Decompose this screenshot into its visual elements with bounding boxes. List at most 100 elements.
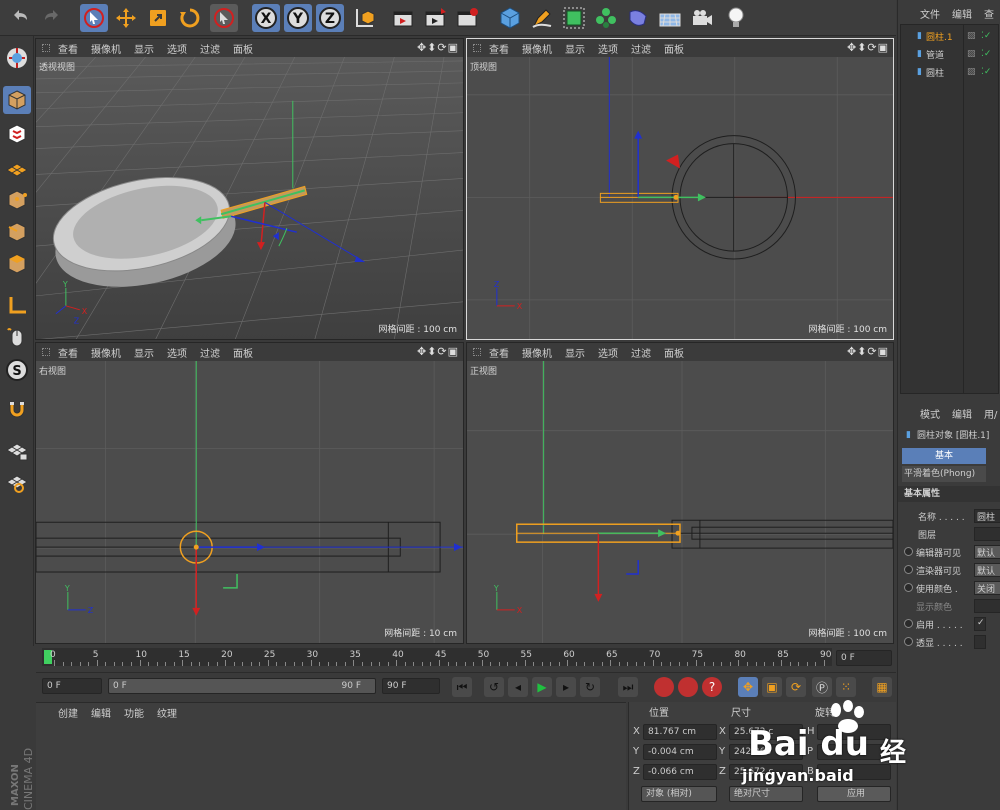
menu-view[interactable]: 查 — [984, 6, 994, 21]
menu-mode[interactable]: 模式 — [920, 406, 940, 421]
viewport-nav-icons[interactable]: ✥⬍⟳▣ — [417, 41, 459, 54]
axis-mode-icon[interactable] — [3, 292, 31, 320]
menu-options[interactable]: 选项 — [167, 41, 187, 56]
attribute-value[interactable]: 圆柱 — [974, 509, 1000, 523]
right-viewport[interactable]: 查看 摄像机 显示 选项 过滤 面板 ✥⬍⟳▣ Y Z 右视图 网格间距: 1… — [35, 342, 464, 644]
cube-icon[interactable] — [496, 4, 524, 32]
animate-radio[interactable] — [904, 547, 913, 556]
y-axis-icon[interactable]: Y — [284, 4, 312, 32]
menu-view[interactable]: 查看 — [58, 41, 78, 56]
menu-edit[interactable]: 编辑 — [91, 705, 111, 720]
texture-mode-icon[interactable] — [3, 120, 31, 148]
select-icon[interactable] — [210, 4, 238, 32]
perspective-viewport[interactable]: 查看 摄像机 显示 选项 过滤 面板 ✥⬍⟳▣ Y X Z 透视视图 网格间距 … — [35, 38, 464, 340]
menu-options[interactable]: 选项 — [167, 345, 187, 360]
undo-icon[interactable] — [6, 4, 34, 32]
tweak-mode-icon[interactable] — [3, 324, 31, 352]
autokey-icon[interactable] — [678, 677, 698, 697]
menu-panel[interactable]: 面板 — [664, 345, 684, 360]
menu-filter[interactable]: 过滤 — [631, 345, 651, 360]
animate-radio[interactable] — [904, 637, 913, 646]
x-axis-icon[interactable]: X — [252, 4, 280, 32]
menu-panel[interactable]: 面板 — [233, 41, 253, 56]
visibility-check-icon[interactable]: ⁚✓ — [981, 31, 991, 41]
menu-panel[interactable]: 面板 — [233, 345, 253, 360]
key-rotation-icon[interactable]: ⟳ — [786, 677, 806, 697]
subdivision-icon[interactable] — [560, 4, 588, 32]
object-item[interactable]: ▮ 圆柱 ▨ ⁚✓ — [903, 63, 1000, 81]
menu-edit[interactable]: 编辑 — [952, 6, 972, 21]
menu-camera[interactable]: 摄像机 — [522, 345, 552, 360]
planar-workplane-icon[interactable] — [3, 468, 31, 496]
menu-display[interactable]: 显示 — [134, 41, 154, 56]
animate-radio[interactable] — [904, 583, 913, 592]
viewport-nav-icons[interactable]: ✥⬍⟳▣ — [417, 345, 459, 358]
lock-workplane-icon[interactable] — [3, 436, 31, 464]
snap-icon[interactable]: S — [3, 356, 31, 384]
key-pla-icon[interactable]: ⁙ — [836, 677, 856, 697]
menu-texture[interactable]: 纹理 — [157, 705, 177, 720]
menu-display[interactable]: 显示 — [565, 345, 585, 360]
edges-mode-icon[interactable] — [3, 218, 31, 246]
polygons-mode-icon[interactable] — [3, 250, 31, 278]
object-item[interactable]: ▮ 管道 ▨ ⁚✓ — [903, 45, 1000, 63]
layer-icon[interactable]: ▨ — [967, 31, 976, 41]
magnet-icon[interactable] — [3, 396, 31, 424]
menu-display[interactable]: 显示 — [134, 345, 154, 360]
perspective-canvas[interactable]: Y X Z — [36, 57, 463, 340]
workplane-icon[interactable] — [3, 154, 31, 182]
layer-icon[interactable]: ▨ — [967, 67, 976, 77]
prev-key-icon[interactable]: ↺ — [484, 677, 504, 697]
menu-function[interactable]: 功能 — [124, 705, 144, 720]
menu-options[interactable]: 选项 — [598, 41, 618, 56]
top-canvas[interactable]: Z X — [467, 57, 893, 340]
timeline-window-icon[interactable]: ▦ — [872, 677, 892, 697]
pos-z-field[interactable]: -0.066 cm — [643, 764, 717, 780]
key-parameter-icon[interactable]: Ⓟ — [812, 677, 832, 697]
next-frame-icon[interactable]: ▸ — [556, 677, 576, 697]
timeline[interactable]: 0 5 10 15 20 25 30 35 40 45 50 55 60 65 70 75 80 85 90 0 F — [36, 646, 896, 670]
play-icon[interactable]: ▶ — [532, 677, 552, 697]
visibility-check-icon[interactable]: ⁚✓ — [981, 49, 991, 59]
light-icon[interactable] — [722, 4, 750, 32]
timeline-ruler[interactable]: 0 5 10 15 20 25 30 35 40 45 50 55 60 65 70 75 80 85 90 — [42, 648, 832, 666]
menu-view[interactable]: 查看 — [58, 345, 78, 360]
start-frame-field[interactable]: 0 F — [42, 678, 102, 694]
render-settings-icon[interactable] — [454, 4, 482, 32]
menu-options[interactable]: 选项 — [598, 345, 618, 360]
attribute-value[interactable]: ✓ — [974, 617, 986, 631]
object-item[interactable]: ▮ 圆柱.1 ▨ ⁚✓ — [903, 27, 1000, 45]
menu-filter[interactable]: 过滤 — [631, 41, 651, 56]
viewport-nav-icons[interactable]: ✥⬍⟳▣ — [847, 345, 889, 358]
menu-panel[interactable]: 面板 — [664, 41, 684, 56]
render-view-icon[interactable] — [390, 4, 418, 32]
preview-range-slider[interactable]: 0 F 90 F — [108, 678, 376, 694]
pos-x-field[interactable]: 81.767 cm — [643, 724, 717, 740]
key-scale-icon[interactable]: ▣ — [762, 677, 782, 697]
size-mode-dropdown[interactable]: 绝对尺寸 — [729, 786, 803, 802]
live-select-icon[interactable] — [80, 4, 108, 32]
front-canvas[interactable]: Y X — [467, 361, 893, 644]
coord-mode-dropdown[interactable]: 对象 (相对) — [641, 786, 717, 802]
menu-view[interactable]: 查看 — [489, 345, 509, 360]
keyframe-selection-icon[interactable]: ? — [702, 677, 722, 697]
tab-phong[interactable]: 平滑着色(Phong) — [902, 466, 986, 482]
goto-start-icon[interactable]: ⏮ — [452, 677, 472, 697]
menu-view[interactable]: 查看 — [489, 41, 509, 56]
menu-user[interactable]: 用/ — [984, 406, 997, 421]
coordinate-system-icon[interactable] — [350, 4, 378, 32]
attribute-value[interactable]: 默认 — [974, 563, 1000, 577]
attribute-value[interactable]: 默认 — [974, 545, 1000, 559]
menu-filter[interactable]: 过滤 — [200, 345, 220, 360]
attribute-value[interactable]: 关闭 — [974, 581, 1000, 595]
menu-camera[interactable]: 摄像机 — [91, 41, 121, 56]
menu-edit[interactable]: 编辑 — [952, 406, 972, 421]
menu-display[interactable]: 显示 — [565, 41, 585, 56]
deformer-icon[interactable] — [624, 4, 652, 32]
attribute-value[interactable] — [974, 527, 1000, 541]
z-axis-icon[interactable]: Z — [316, 4, 344, 32]
camera-icon[interactable] — [688, 4, 716, 32]
key-position-icon[interactable]: ✥ — [738, 677, 758, 697]
pen-icon[interactable] — [528, 4, 556, 32]
make-editable-icon[interactable] — [3, 44, 31, 72]
